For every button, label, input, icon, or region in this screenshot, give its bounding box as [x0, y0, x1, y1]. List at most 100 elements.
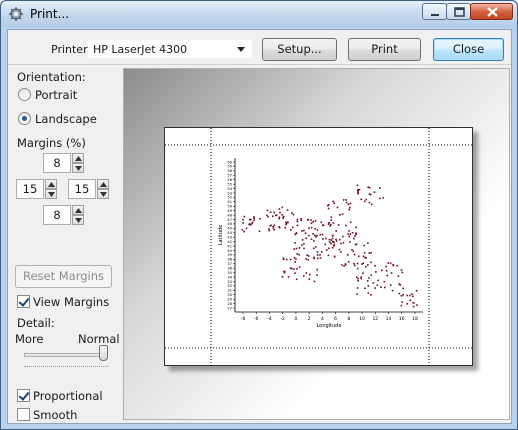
printer-select[interactable]: HP LaserJet 4300	[88, 40, 252, 58]
landscape-radio[interactable]	[18, 112, 31, 125]
scatter-point	[303, 229, 305, 232]
scatter-point	[241, 229, 244, 231]
scatter-point	[368, 187, 371, 189]
scatter-point	[363, 252, 366, 254]
setup-button[interactable]: Setup...	[262, 38, 337, 61]
scatter-point	[353, 253, 356, 256]
margin-top-field[interactable]: 8	[43, 153, 71, 173]
title-bar[interactable]: Print...	[1, 1, 517, 27]
scatter-point	[400, 269, 403, 271]
scatter-point	[298, 254, 300, 256]
margin-bottom-up-button[interactable]	[72, 205, 84, 215]
margin-left-up-button[interactable]	[45, 179, 57, 189]
scatter-point	[384, 286, 386, 289]
view-margins-checkbox[interactable]	[17, 295, 30, 308]
x-tick-label: 2	[308, 316, 311, 322]
scatter-point	[370, 274, 373, 276]
print-dialog-window: Print... Printer: HP LaserJet 4300 Setup…	[0, 0, 518, 430]
margin-right-field[interactable]: 15	[68, 179, 96, 199]
scatter-point	[409, 299, 412, 302]
scatter-point	[349, 206, 351, 209]
scatter-point	[316, 251, 319, 253]
scatter-point	[279, 211, 281, 214]
landscape-label[interactable]: Landscape	[35, 112, 97, 126]
detail-slider-ticks	[24, 366, 108, 368]
x-tick-label: 6	[334, 316, 337, 322]
portrait-label[interactable]: Portrait	[35, 88, 77, 102]
scatter-point	[341, 213, 344, 215]
scatter-point	[287, 276, 290, 278]
dialog-client-area: Printer: HP LaserJet 4300 Setup... Print…	[7, 29, 512, 424]
maximize-icon	[454, 7, 465, 17]
margin-left-down-button[interactable]	[45, 189, 57, 199]
portrait-radio[interactable]	[18, 88, 31, 101]
scatter-point	[370, 261, 372, 264]
scatter-point	[367, 264, 369, 266]
scatter-point	[305, 258, 307, 260]
close-window-button[interactable]	[470, 3, 513, 20]
print-button[interactable]: Print	[348, 38, 421, 61]
minimize-button[interactable]	[422, 3, 447, 20]
margin-top-down-button[interactable]	[72, 163, 84, 173]
chevron-down-icon	[237, 47, 245, 52]
margin-left-field[interactable]: 15	[16, 179, 44, 199]
scatter-point	[309, 273, 311, 276]
margin-right-spinner[interactable]	[97, 179, 109, 199]
scatter-point	[296, 224, 299, 227]
detail-slider-track[interactable]	[24, 353, 104, 357]
margin-bottom-spinner[interactable]	[72, 205, 84, 225]
close-button[interactable]: Close	[433, 38, 504, 61]
y-tick-label: 45	[227, 227, 232, 231]
y-tick-label: 47	[227, 218, 232, 222]
scatter-point	[331, 241, 334, 243]
proportional-checkbox[interactable]	[17, 389, 30, 402]
y-tick-label: 32	[227, 284, 232, 288]
scatter-point	[402, 294, 404, 296]
scatter-point	[301, 239, 304, 241]
scatter-point	[355, 226, 357, 229]
scatter-point	[310, 222, 313, 224]
scatter-point	[268, 229, 271, 232]
smooth-checkbox[interactable]	[17, 408, 30, 421]
view-margins-label[interactable]: View Margins	[33, 295, 109, 309]
scatter-point	[316, 229, 319, 231]
margin-right-down-button[interactable]	[97, 189, 109, 199]
scatter-point	[272, 225, 274, 228]
y-tick-label: 38	[227, 258, 232, 262]
scatter-point	[409, 294, 411, 297]
scatter-point	[380, 286, 382, 288]
scatter-point	[355, 243, 358, 245]
scatter-point	[308, 227, 310, 229]
proportional-label[interactable]: Proportional	[33, 389, 103, 403]
scatter-point	[243, 230, 245, 233]
scatter-point	[312, 221, 314, 223]
smooth-label[interactable]: Smooth	[33, 408, 77, 422]
scatter-point	[377, 279, 379, 282]
y-tick-label: 60	[227, 160, 232, 164]
margin-bottom-field[interactable]: 8	[43, 205, 71, 225]
scatter-point	[336, 206, 339, 209]
maximize-button[interactable]	[446, 3, 471, 20]
scatter-point	[374, 264, 376, 267]
margin-left-spinner[interactable]	[45, 179, 57, 199]
scatter-point	[338, 238, 341, 241]
scatter-point	[310, 226, 313, 229]
margin-top-spinner[interactable]	[72, 153, 84, 173]
scatter-point	[387, 262, 389, 264]
scatter-point	[376, 284, 379, 286]
scatter-point	[353, 262, 355, 265]
window-title: Print...	[30, 7, 70, 21]
margin-top-up-button[interactable]	[72, 153, 84, 163]
margin-bottom-down-button[interactable]	[72, 215, 84, 225]
y-tick-label: 29	[227, 297, 232, 301]
y-tick-label: 53	[227, 191, 232, 195]
reset-margins-button[interactable]: Reset Margins	[15, 265, 112, 288]
x-tick-label: -4	[267, 316, 272, 322]
scatter-point	[379, 197, 381, 200]
x-axis-label: Longitude	[317, 323, 342, 329]
margin-right-up-button[interactable]	[97, 179, 109, 189]
scatter-point	[300, 219, 302, 222]
scatter-point	[295, 258, 297, 260]
detail-slider-thumb[interactable]	[99, 345, 108, 361]
scatter-point	[365, 198, 367, 201]
